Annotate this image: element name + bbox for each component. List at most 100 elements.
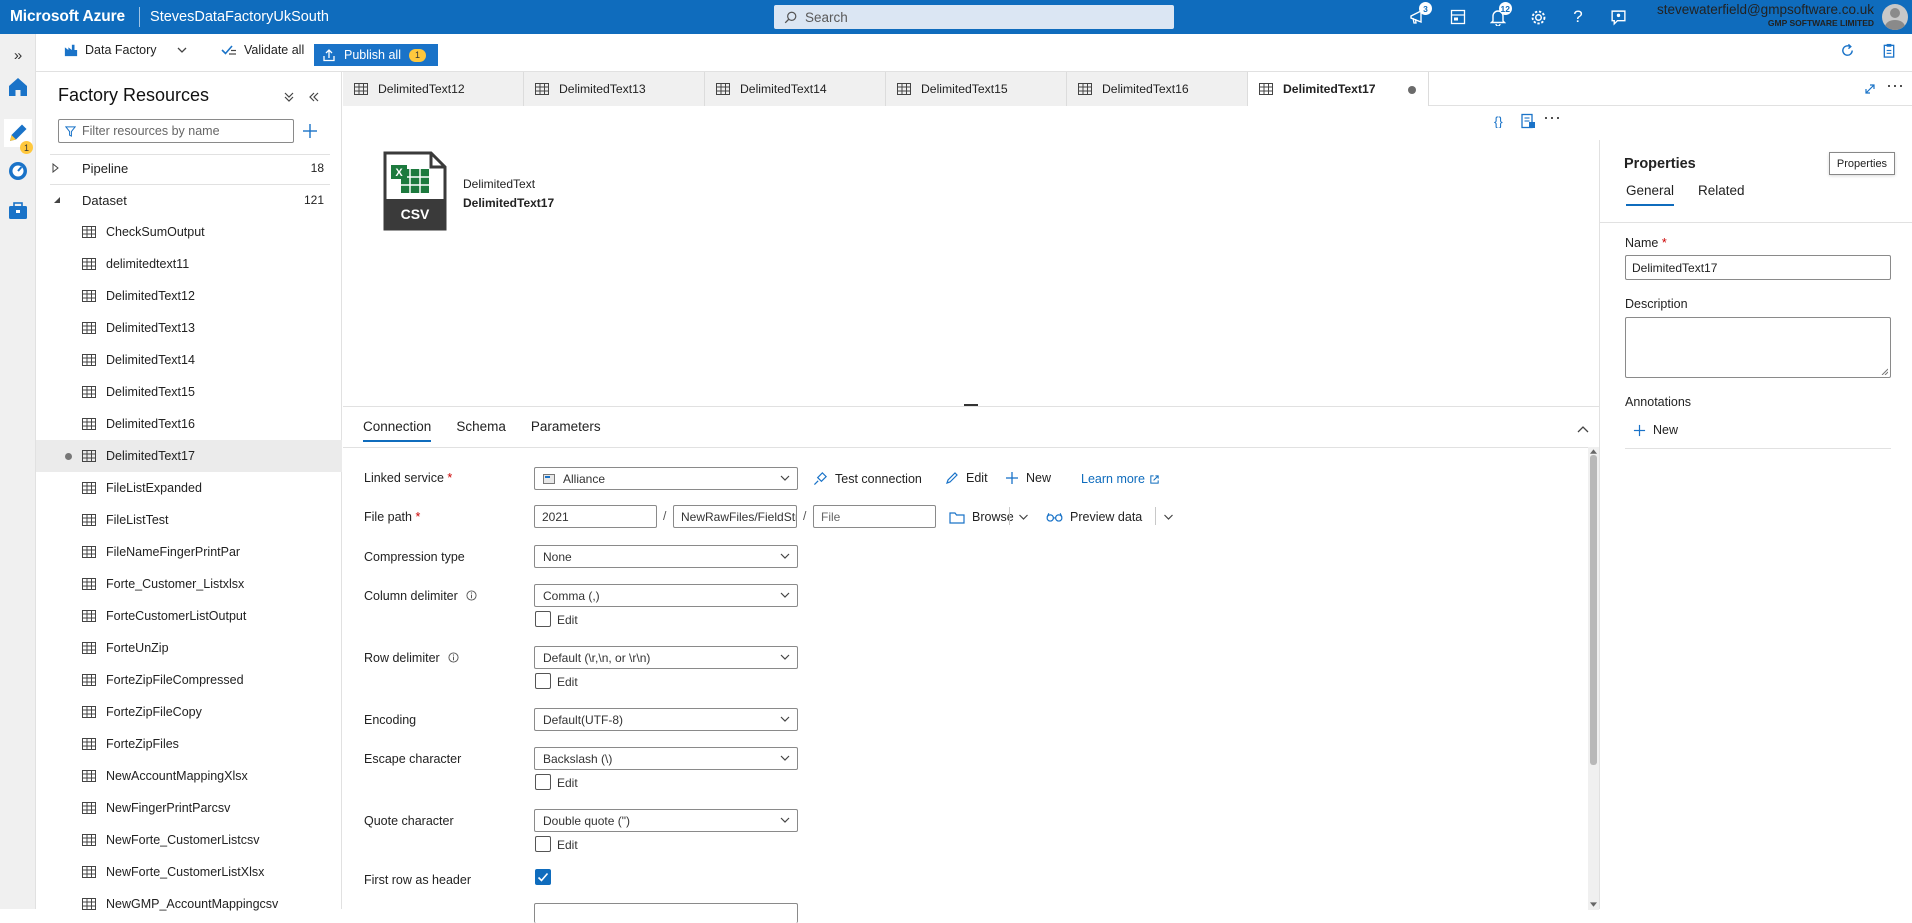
edit-linked-service-button[interactable]: Edit — [945, 471, 988, 485]
dataset-item[interactable]: NewFingerPrintParcsv — [36, 792, 342, 824]
properties-icon[interactable] — [1520, 113, 1536, 129]
tab-dataset[interactable]: DelimitedText12 — [343, 72, 524, 106]
file-path-directory-input[interactable]: NewRawFiles/FieldStrik — [673, 505, 797, 528]
feedback-button[interactable] — [1598, 0, 1638, 34]
info-icon[interactable] — [448, 652, 459, 663]
next-field-select[interactable] — [534, 903, 798, 923]
dataset-item[interactable]: CheckSumOutput — [36, 216, 342, 248]
dataset-item[interactable]: NewGMP_AccountMappingcsv — [36, 888, 342, 920]
dataset-group[interactable]: Dataset 121 — [36, 184, 342, 216]
help-button[interactable]: ? — [1558, 0, 1598, 34]
tab-dataset[interactable]: DelimitedText15 — [886, 72, 1067, 106]
avatar[interactable] — [1882, 4, 1908, 30]
scrollbar-thumb[interactable] — [1590, 455, 1597, 765]
dataset-item[interactable]: ForteUnZip — [36, 632, 342, 664]
collapse-pane-icon[interactable] — [1577, 424, 1589, 434]
new-linked-service-button[interactable]: New — [1005, 471, 1051, 485]
preview-data-button[interactable]: Preview data — [1046, 510, 1142, 524]
directory-button[interactable] — [1438, 0, 1478, 34]
learn-more-link[interactable]: Learn more — [1081, 472, 1160, 486]
account-info[interactable]: stevewaterfield@gmpsoftware.co.uk GMP SO… — [1650, 2, 1874, 28]
pipeline-group[interactable]: Pipeline 18 — [36, 152, 342, 184]
expand-rail-button[interactable]: » — [4, 41, 32, 69]
dataset-item[interactable]: FileListTest — [36, 504, 342, 536]
collapse-panel-icon[interactable] — [308, 91, 320, 103]
more-tabs-icon[interactable]: ⋯ — [1886, 76, 1905, 97]
compression-type-select[interactable]: None — [534, 545, 798, 568]
collapse-all-icon[interactable] — [283, 91, 295, 103]
dataset-item[interactable]: NewForte_CustomerListcsv — [36, 824, 342, 856]
cloud-shell-button[interactable]: 3 — [1398, 0, 1438, 34]
expand-icon[interactable] — [1864, 83, 1876, 95]
dataset-item[interactable]: DelimitedText14 — [36, 344, 342, 376]
tab-dataset[interactable]: DelimitedText16 — [1067, 72, 1248, 106]
tab-dataset[interactable]: DelimitedText13 — [524, 72, 705, 106]
dataset-item[interactable]: ForteZipFileCopy — [36, 696, 342, 728]
row-delimiter-select[interactable]: Default (\r,\n, or \r\n) — [534, 646, 798, 669]
dataset-item[interactable]: DelimitedText12 — [36, 280, 342, 312]
vertical-scrollbar[interactable] — [1588, 447, 1599, 910]
preview-dropdown-icon[interactable] — [1163, 513, 1174, 521]
name-input[interactable]: DelimitedText17 — [1625, 255, 1891, 280]
tab-parameters[interactable]: Parameters — [531, 419, 601, 442]
column-delimiter-select[interactable]: Comma (,) — [534, 584, 798, 607]
dataset-item[interactable]: DelimitedText17 — [36, 440, 342, 472]
browse-button[interactable]: Browse — [949, 510, 1014, 524]
search-input[interactable]: Search — [774, 5, 1174, 29]
add-resource-icon[interactable] — [302, 123, 318, 139]
dataset-node[interactable]: X CSV DelimitedText DelimitedText17 — [383, 151, 563, 231]
dataset-item[interactable]: FileNameFingerPrintPar — [36, 536, 342, 568]
tab-schema[interactable]: Schema — [456, 419, 506, 442]
tab-related[interactable]: Related — [1698, 183, 1745, 206]
dataset-item[interactable]: Forte_Customer_Listxlsx — [36, 568, 342, 600]
manage-button[interactable] — [4, 197, 32, 225]
column-delimiter-edit-checkbox[interactable] — [535, 611, 551, 627]
new-annotation-button[interactable]: New — [1633, 423, 1678, 437]
tab-connection[interactable]: Connection — [363, 419, 432, 442]
more-options-icon[interactable]: ⋯ — [1543, 108, 1561, 129]
discard-button[interactable] — [1882, 43, 1896, 58]
linked-service-select[interactable]: Alliance — [534, 467, 798, 490]
row-delimiter-edit-checkbox[interactable] — [535, 673, 551, 689]
scroll-up-icon[interactable] — [1590, 449, 1597, 454]
tab-dataset[interactable]: DelimitedText14 — [705, 72, 886, 106]
escape-character-select[interactable]: Backslash (\) — [534, 747, 798, 770]
browse-dropdown-icon[interactable] — [1018, 513, 1029, 521]
settings-button[interactable] — [1518, 0, 1558, 34]
encoding-select[interactable]: Default(UTF-8) — [534, 708, 798, 731]
dataset-item[interactable]: DelimitedText13 — [36, 312, 342, 344]
info-icon[interactable] — [466, 590, 477, 601]
home-button[interactable] — [4, 73, 32, 101]
dataset-item[interactable]: ForteZipFiles — [36, 728, 342, 760]
description-textarea[interactable] — [1625, 317, 1891, 378]
dataset-item[interactable]: FileListExpanded — [36, 472, 342, 504]
data-factory-dropdown[interactable]: Data Factory — [64, 43, 188, 57]
validate-all-button[interactable]: Validate all — [221, 43, 304, 57]
dataset-canvas[interactable]: {} ⋯ X CSV DelimitedText DelimitedText17 — [343, 106, 1599, 407]
publish-all-button[interactable]: Publish all 1 — [314, 44, 438, 66]
tab-dataset[interactable]: DelimitedText17 — [1248, 72, 1429, 106]
brand-title[interactable]: Microsoft Azure — [0, 8, 125, 26]
factory-name[interactable]: StevesDataFactoryUkSouth — [150, 9, 329, 25]
code-icon[interactable]: {} — [1494, 114, 1510, 128]
quote-character-select[interactable]: Double quote (") — [534, 809, 798, 832]
tab-general[interactable]: General — [1626, 183, 1675, 206]
filter-resources-input[interactable]: Filter resources by name — [58, 119, 294, 143]
scroll-down-icon[interactable] — [1590, 902, 1597, 907]
dataset-item[interactable]: NewForte_CustomerListXlsx — [36, 856, 342, 888]
test-connection-button[interactable]: Test connection — [813, 471, 922, 486]
dataset-item[interactable]: DelimitedText15 — [36, 376, 342, 408]
monitor-button[interactable] — [4, 157, 32, 185]
file-path-container-input[interactable]: 2021 — [534, 505, 657, 528]
dataset-item[interactable]: ForteCustomerListOutput — [36, 600, 342, 632]
escape-character-edit-checkbox[interactable] — [535, 774, 551, 790]
first-row-header-checkbox[interactable] — [535, 869, 551, 885]
quote-character-edit-checkbox[interactable] — [535, 836, 551, 852]
dataset-item[interactable]: ForteZipFileCompressed — [36, 664, 342, 696]
notifications-button[interactable]: 12 — [1478, 0, 1518, 34]
file-path-file-input[interactable]: File — [813, 505, 936, 528]
dataset-item[interactable]: delimitedtext11 — [36, 248, 342, 280]
refresh-button[interactable] — [1840, 43, 1855, 58]
dataset-item[interactable]: DelimitedText16 — [36, 408, 342, 440]
dataset-item[interactable]: NewAccountMappingXlsx — [36, 760, 342, 792]
